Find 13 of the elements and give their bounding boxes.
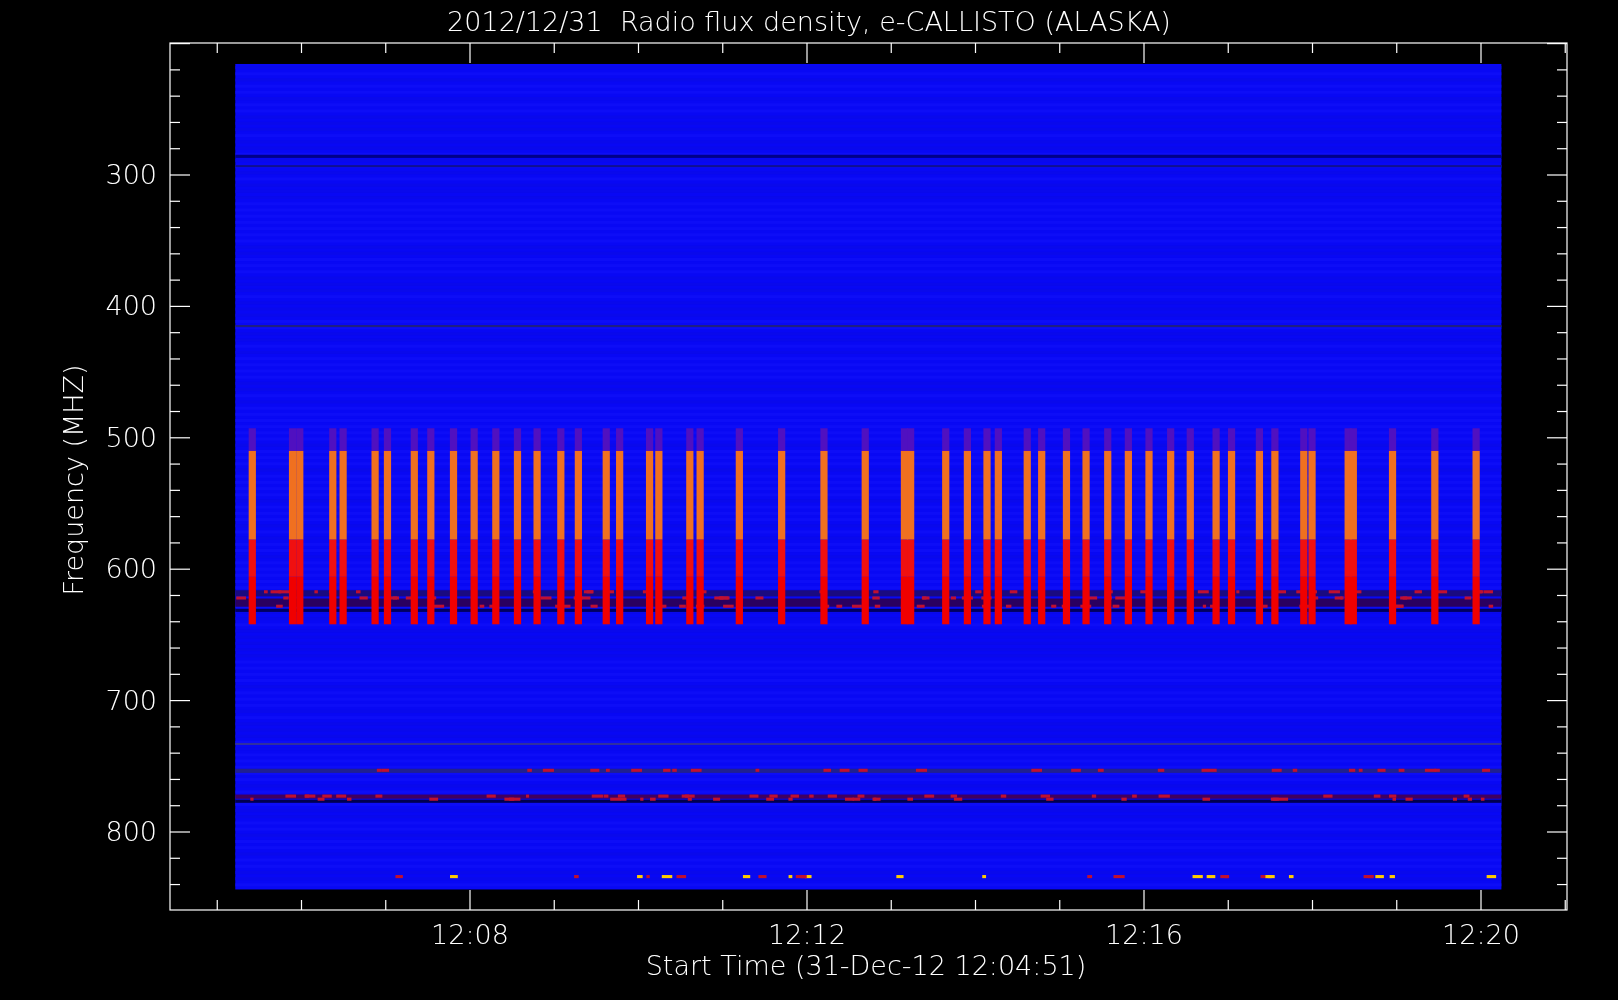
x-axis-title: Start Time (31-Dec-12 12:04:51) [645, 950, 1087, 981]
x-tick-label: 12:08 [431, 919, 509, 950]
x-tick-label: 12:16 [1105, 919, 1183, 950]
x-tick-label: 12:20 [1442, 919, 1520, 950]
chart-title: 2012/12/31 Radio flux density, e-CALLISTO (ALASKA) [447, 6, 1171, 37]
y-tick-label: 400 [105, 290, 157, 322]
y-tick-label: 600 [105, 553, 157, 585]
y-tick-label: 700 [105, 684, 157, 716]
x-tick-label: 12:12 [768, 919, 846, 950]
y-tick-label: 300 [105, 159, 157, 190]
y-tick-label: 500 [105, 421, 157, 453]
y-axis-title: Frequency (MHZ) [58, 364, 89, 596]
y-tick-label: 800 [105, 816, 157, 847]
